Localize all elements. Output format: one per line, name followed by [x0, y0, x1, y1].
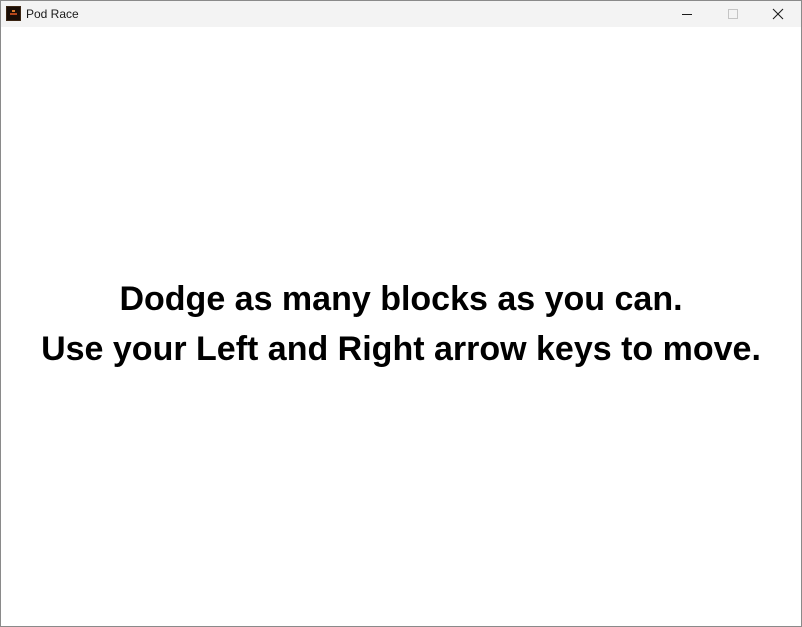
instruction-line-2: Use your Left and Right arrow keys to mo… — [41, 330, 761, 368]
app-icon — [6, 6, 21, 21]
maximize-button[interactable] — [710, 1, 756, 27]
minimize-icon — [682, 14, 692, 15]
title-bar[interactable]: Pod Race — [1, 1, 801, 27]
game-canvas[interactable]: Dodge as many blocks as you can. Use you… — [1, 27, 801, 626]
close-icon — [772, 8, 784, 20]
maximize-icon — [728, 9, 738, 19]
game-window: Pod Race Dodge as many blocks as you can… — [0, 0, 802, 627]
minimize-button[interactable] — [664, 1, 710, 27]
instruction-line-1: Dodge as many blocks as you can. — [119, 280, 683, 318]
window-title: Pod Race — [26, 7, 79, 21]
close-button[interactable] — [755, 1, 801, 27]
